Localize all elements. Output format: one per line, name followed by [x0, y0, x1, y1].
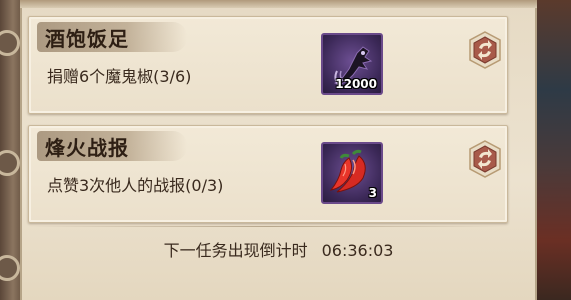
task-title: 烽火战报	[45, 136, 129, 160]
refresh-button[interactable]	[469, 140, 501, 178]
task-description: 点赞3次他人的战报(0/3)	[47, 176, 224, 195]
refresh-icon	[469, 140, 501, 178]
decorative-ring-icon	[0, 150, 20, 176]
refresh-button[interactable]	[469, 31, 501, 69]
refresh-icon	[469, 31, 501, 69]
task-card: 烽火战报 点赞3次他人的战报(0/3) 3	[28, 125, 508, 223]
panel-top-edge	[20, 0, 537, 8]
reward-count: 12000	[335, 77, 377, 91]
task-description: 捐赠6个魔鬼椒(3/6)	[47, 67, 192, 86]
divider	[28, 226, 508, 227]
reward-item-slot[interactable]: 12000	[321, 33, 383, 95]
task-card: 酒饱饭足 捐赠6个魔鬼椒(3/6) 12000	[28, 16, 508, 114]
countdown-label: 下一任务出现倒计时	[163, 241, 308, 260]
reward-item-slot[interactable]: 3	[321, 142, 383, 204]
task-title: 酒饱饭足	[45, 27, 129, 51]
right-background-strip	[533, 0, 571, 300]
decorative-ring-icon	[0, 255, 20, 281]
countdown-time: 06:36:03	[321, 241, 394, 260]
reward-count: 3	[368, 186, 377, 200]
next-task-countdown: 下一任务出现倒计时 06:36:03	[20, 237, 537, 261]
decorative-ring-icon	[0, 30, 20, 56]
